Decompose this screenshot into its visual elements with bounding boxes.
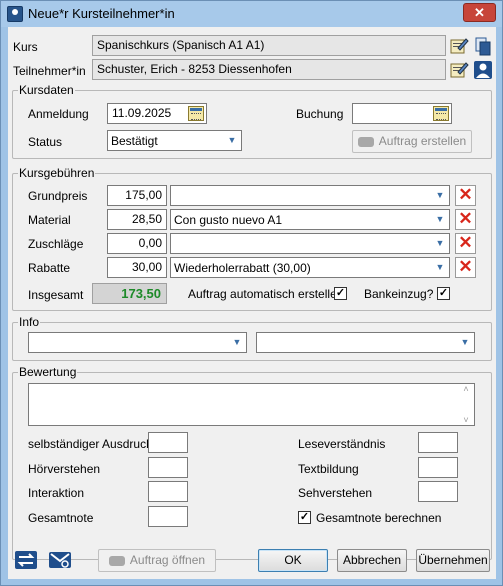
delete-grundpreis-icon[interactable]: ✕ — [455, 185, 476, 206]
person-icon[interactable] — [473, 60, 493, 80]
material-select[interactable]: Con gusto nuevo A1 ▼ — [170, 209, 450, 230]
rating-label: Hörverstehen — [28, 462, 101, 476]
buchung-date-field[interactable] — [352, 103, 452, 124]
rating-label: selbständiger Ausdruck — [28, 437, 153, 451]
delete-rabatte-icon[interactable]: ✕ — [455, 257, 476, 278]
chevron-down-icon: ▼ — [435, 214, 445, 224]
window-title: Neue*r Kursteilnehmer*in — [28, 6, 175, 21]
fee-label: Rabatte — [28, 261, 71, 275]
ok-button[interactable]: OK — [258, 549, 328, 572]
fee-label: Grundpreis — [28, 189, 88, 203]
info-select-1[interactable]: ▼ — [28, 332, 247, 353]
copy-kurs-icon[interactable] — [473, 36, 493, 56]
textarea-scrollbar[interactable]: ˄ ˅ — [458, 384, 474, 425]
email-icon[interactable] — [48, 549, 72, 571]
leseverstaendnis-field[interactable] — [418, 432, 458, 453]
scroll-up-icon[interactable]: ˄ — [458, 384, 474, 394]
material-select-value: Con gusto nuevo A1 — [174, 213, 283, 227]
delete-material-icon[interactable]: ✕ — [455, 209, 476, 230]
rating-label: Interaktion — [28, 486, 85, 500]
selbstaendiger-ausdruck-field[interactable] — [148, 432, 188, 453]
kursgebuehren-title: Kursgebühren — [18, 166, 96, 180]
anmeldung-value: 11.09.2025 — [112, 106, 172, 120]
dialog-body: Kurs Spanischkurs (Spanisch A1 A1) Teiln… — [8, 27, 496, 579]
calendar-icon[interactable] — [433, 106, 449, 121]
textbildung-field[interactable] — [418, 457, 458, 478]
handshake-icon — [357, 136, 374, 147]
app-icon — [7, 6, 23, 22]
bankeinzug-checkbox[interactable]: ✓ — [437, 287, 450, 300]
status-value: Bestätigt — [111, 134, 158, 148]
kurs-label: Kurs — [13, 40, 38, 54]
gesamtnote-berechnen-checkbox[interactable]: ✓ — [298, 511, 311, 524]
rating-label: Textbildung — [298, 462, 359, 476]
info-title: Info — [18, 315, 41, 329]
rabatte-amount[interactable]: 30,00 — [107, 257, 167, 278]
edit-teilnehmer-icon[interactable] — [449, 60, 469, 80]
info-select-2[interactable]: ▼ — [256, 332, 475, 353]
title-bar[interactable]: Neue*r Kursteilnehmer*in ✕ — [1, 1, 502, 27]
kursdaten-title: Kursdaten — [18, 83, 75, 97]
status-label: Status — [28, 135, 63, 149]
chevron-down-icon: ▼ — [435, 238, 445, 248]
chevron-down-icon: ▼ — [232, 337, 242, 347]
close-button[interactable]: ✕ — [463, 3, 496, 22]
auftrag-oeffnen-button[interactable]: Auftrag öffnen — [98, 549, 216, 572]
bankeinzug-label: Bankeinzug? — [364, 287, 434, 301]
grundpreis-amount[interactable]: 175,00 — [107, 185, 167, 206]
kurs-field: Spanischkurs (Spanisch A1 A1) — [92, 35, 446, 56]
auto-auftrag-label: Auftrag automatisch erstellen — [188, 287, 344, 301]
transfer-icon[interactable] — [14, 549, 38, 571]
handshake-icon — [108, 555, 125, 566]
auftrag-erstellen-button[interactable]: Auftrag erstellen — [352, 130, 472, 153]
insgesamt-label: Insgesamt — [28, 288, 84, 302]
rating-label: Sehverstehen — [298, 486, 373, 500]
insgesamt-value: 173,50 — [92, 283, 167, 304]
chevron-down-icon: ▼ — [435, 262, 445, 272]
gesamtnote-field[interactable] — [148, 506, 188, 527]
auto-auftrag-checkbox[interactable]: ✓ — [334, 287, 347, 300]
material-amount[interactable]: 28,50 — [107, 209, 167, 230]
auftrag-oeffnen-label: Auftrag öffnen — [129, 553, 206, 567]
interaktion-field[interactable] — [148, 481, 188, 502]
scroll-down-icon[interactable]: ˅ — [458, 415, 474, 425]
edit-kurs-icon[interactable] — [449, 36, 469, 56]
calendar-icon[interactable] — [188, 106, 204, 121]
status-select[interactable]: Bestätigt ▼ — [107, 130, 242, 151]
anmeldung-date-field[interactable]: 11.09.2025 — [107, 103, 207, 124]
sehverstehen-field[interactable] — [418, 481, 458, 502]
bewertung-title: Bewertung — [18, 365, 78, 379]
chevron-down-icon: ▼ — [460, 337, 470, 347]
teilnehmer-label: Teilnehmer*in — [13, 64, 86, 78]
rating-label: Gesamtnote — [28, 511, 94, 525]
zuschlaege-amount[interactable]: 0,00 — [107, 233, 167, 254]
auftrag-erstellen-label: Auftrag erstellen — [378, 134, 467, 148]
zuschlaege-select[interactable]: ▼ — [170, 233, 450, 254]
rabatte-select-value: Wiederholerrabatt (30,00) — [174, 261, 311, 275]
rabatte-select[interactable]: Wiederholerrabatt (30,00) ▼ — [170, 257, 450, 278]
chevron-down-icon: ▼ — [435, 190, 445, 200]
gesamtnote-berechnen-label: Gesamtnote berechnen — [316, 511, 442, 525]
fee-label: Zuschläge — [28, 237, 84, 251]
delete-zuschlaege-icon[interactable]: ✕ — [455, 233, 476, 254]
rating-label: Leseverständnis — [298, 437, 386, 451]
fee-label: Material — [28, 213, 71, 227]
hoerverstehen-field[interactable] — [148, 457, 188, 478]
dialog-window: Neue*r Kursteilnehmer*in ✕ Kurs Spanisch… — [0, 0, 503, 586]
grundpreis-select[interactable]: ▼ — [170, 185, 450, 206]
anmeldung-label: Anmeldung — [28, 107, 89, 121]
cancel-button[interactable]: Abbrechen — [337, 549, 407, 572]
buchung-label: Buchung — [296, 107, 344, 121]
teilnehmer-field: Schuster, Erich - 8253 Diessenhofen — [92, 59, 446, 80]
bewertung-textarea[interactable]: ˄ ˅ — [28, 383, 475, 426]
apply-button[interactable]: Übernehmen — [416, 549, 490, 572]
chevron-down-icon: ▼ — [227, 135, 237, 145]
